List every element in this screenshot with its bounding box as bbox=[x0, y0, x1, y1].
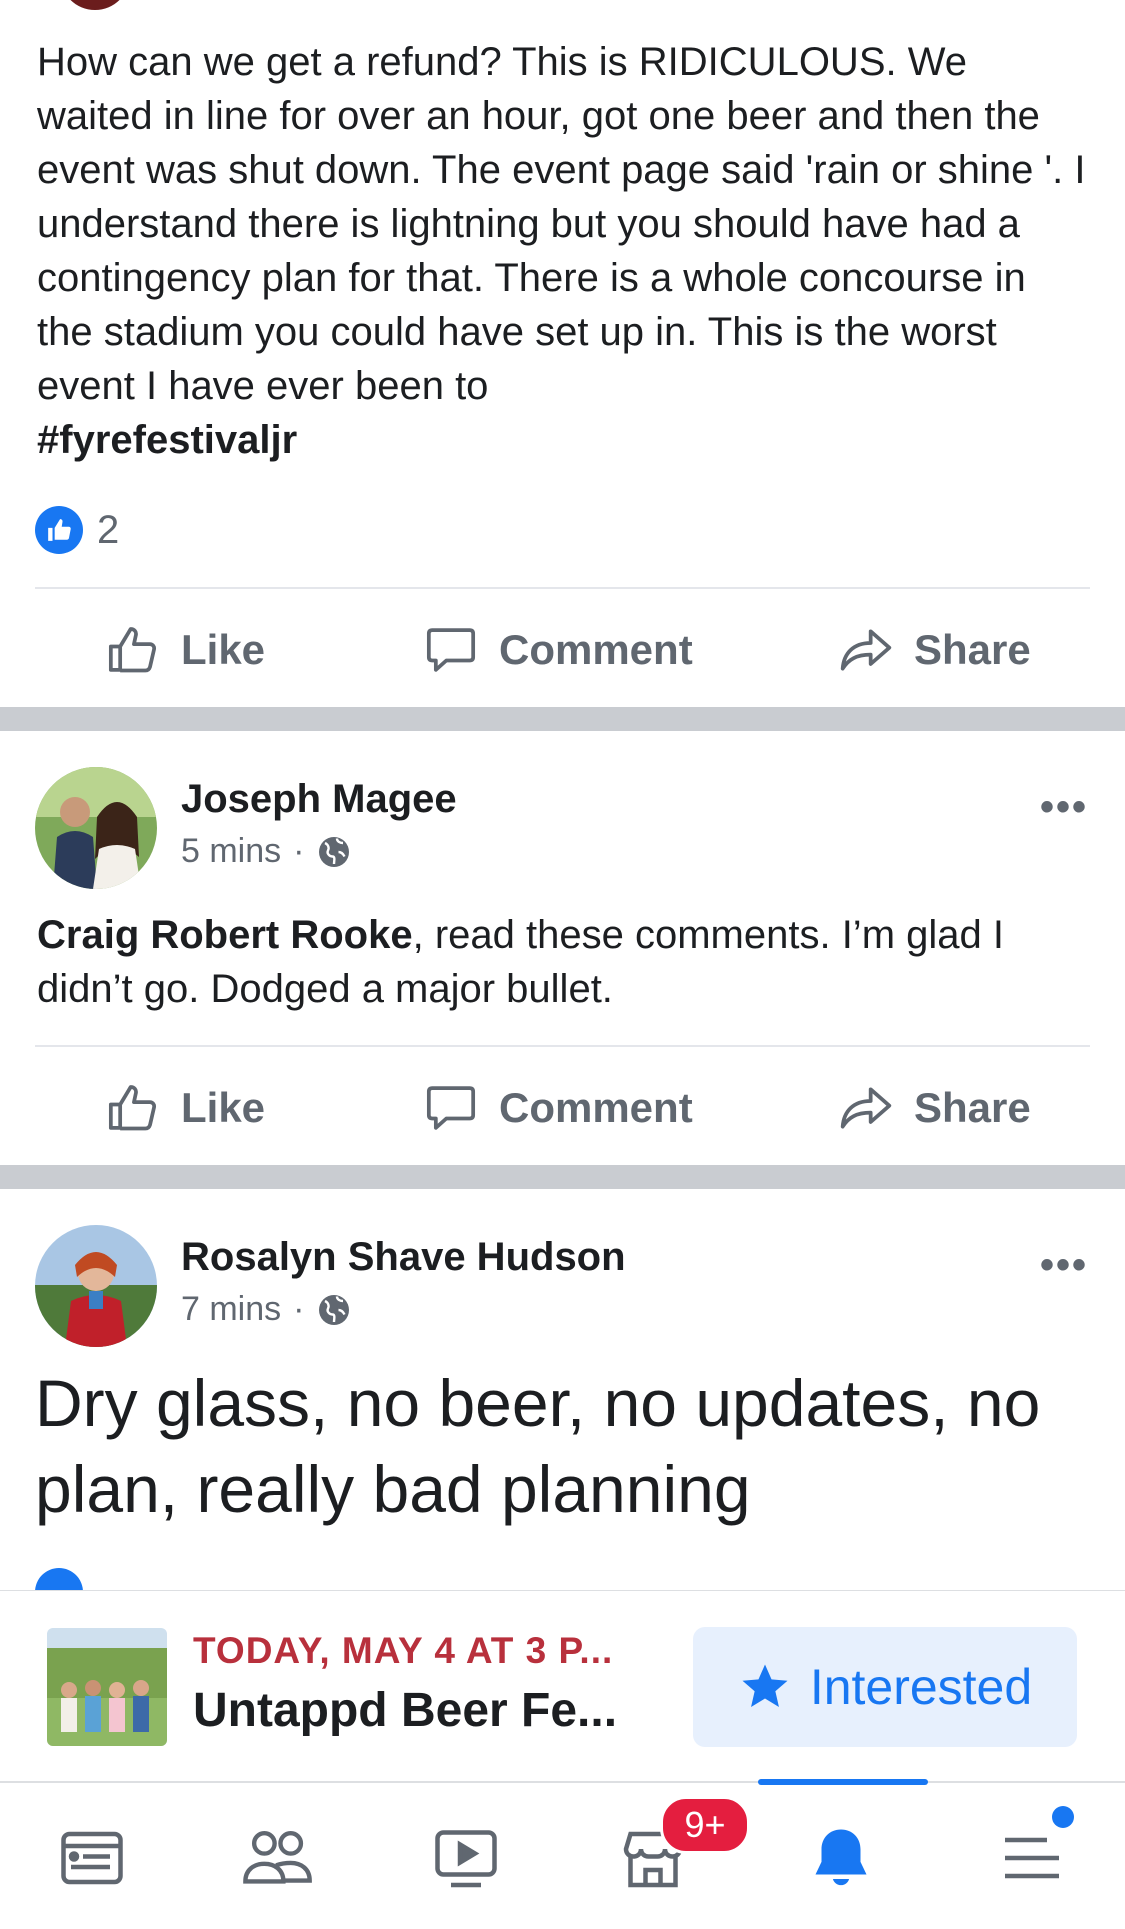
like-label: Like bbox=[181, 1084, 266, 1131]
hashtag-link[interactable]: #fyrefestivaljr bbox=[37, 418, 297, 462]
avatar[interactable] bbox=[35, 767, 157, 889]
share-icon bbox=[840, 629, 892, 671]
like-reaction-icon bbox=[35, 506, 83, 554]
meta-separator: · bbox=[293, 832, 305, 870]
interested-button[interactable]: Interested bbox=[693, 1627, 1077, 1747]
comment-text: How can we get a refund? This is RIDICUL… bbox=[37, 35, 1087, 467]
interested-label: Interested bbox=[809, 1659, 1033, 1715]
divider bbox=[35, 587, 1090, 589]
friends-icon[interactable] bbox=[234, 1813, 324, 1903]
menu-notification-dot bbox=[1052, 1806, 1074, 1828]
meta-separator: · bbox=[293, 1290, 305, 1328]
divider bbox=[35, 1045, 1090, 1047]
share-button[interactable]: Share bbox=[838, 1080, 1031, 1136]
action-bar: Like Comment Share bbox=[0, 595, 1125, 705]
avatar[interactable] bbox=[60, 0, 130, 10]
comment-label: Comment bbox=[499, 626, 693, 673]
reaction-summary[interactable]: 2 bbox=[35, 505, 119, 555]
timestamp[interactable]: 7 mins bbox=[181, 1290, 281, 1329]
comment-icon bbox=[426, 628, 476, 672]
share-icon bbox=[840, 1087, 892, 1129]
event-title[interactable]: Untappd Beer Fe... bbox=[193, 1683, 617, 1738]
post-text: Craig Robert Rooke, read these comments.… bbox=[37, 908, 1087, 1016]
avatar[interactable] bbox=[35, 1225, 157, 1347]
thumbs-up-icon bbox=[108, 1085, 157, 1131]
more-options-button[interactable]: ••• bbox=[1040, 1243, 1088, 1288]
post-separator bbox=[0, 1165, 1125, 1189]
post-meta: 7 mins · bbox=[181, 1290, 352, 1329]
mention-link[interactable]: Craig Robert Rooke bbox=[37, 913, 413, 957]
news-feed-icon[interactable] bbox=[47, 1813, 137, 1903]
like-label: Like bbox=[181, 626, 266, 673]
like-button[interactable]: Like bbox=[105, 622, 265, 678]
comment-label: Comment bbox=[499, 1084, 693, 1131]
comment-body: How can we get a refund? This is RIDICUL… bbox=[37, 40, 1086, 408]
author-name[interactable]: Joseph Magee bbox=[181, 777, 457, 822]
event-date: TODAY, MAY 4 AT 3 P... bbox=[193, 1630, 614, 1671]
globe-icon bbox=[319, 836, 350, 867]
timestamp[interactable]: 5 mins bbox=[181, 832, 281, 871]
thumbs-up-icon bbox=[108, 627, 157, 673]
more-options-button[interactable]: ••• bbox=[1040, 785, 1088, 830]
like-button[interactable]: Like bbox=[105, 1080, 265, 1136]
post-separator bbox=[0, 707, 1125, 731]
globe-icon bbox=[319, 1294, 350, 1325]
watch-icon[interactable] bbox=[421, 1813, 511, 1903]
post-body: Dry glass, no beer, no updates, no plan,… bbox=[35, 1366, 1041, 1526]
event-thumbnail[interactable] bbox=[47, 1628, 167, 1746]
action-bar: Like Comment Share bbox=[0, 1053, 1125, 1163]
notifications-icon[interactable] bbox=[796, 1813, 886, 1903]
author-name[interactable]: Rosalyn Shave Hudson bbox=[181, 1235, 626, 1280]
bottom-tab-bar bbox=[0, 1781, 1125, 1929]
share-button[interactable]: Share bbox=[838, 622, 1031, 678]
active-tab-indicator bbox=[758, 1779, 928, 1785]
notification-badge: 9+ bbox=[660, 1796, 750, 1854]
like-count: 2 bbox=[97, 507, 120, 552]
share-label: Share bbox=[914, 626, 1031, 673]
star-icon bbox=[742, 1664, 788, 1708]
comment-icon bbox=[426, 1086, 476, 1130]
share-label: Share bbox=[914, 1084, 1031, 1131]
comment-button[interactable]: Comment bbox=[423, 622, 693, 678]
post-meta: 5 mins · bbox=[181, 832, 352, 871]
comment-button[interactable]: Comment bbox=[423, 1080, 693, 1136]
